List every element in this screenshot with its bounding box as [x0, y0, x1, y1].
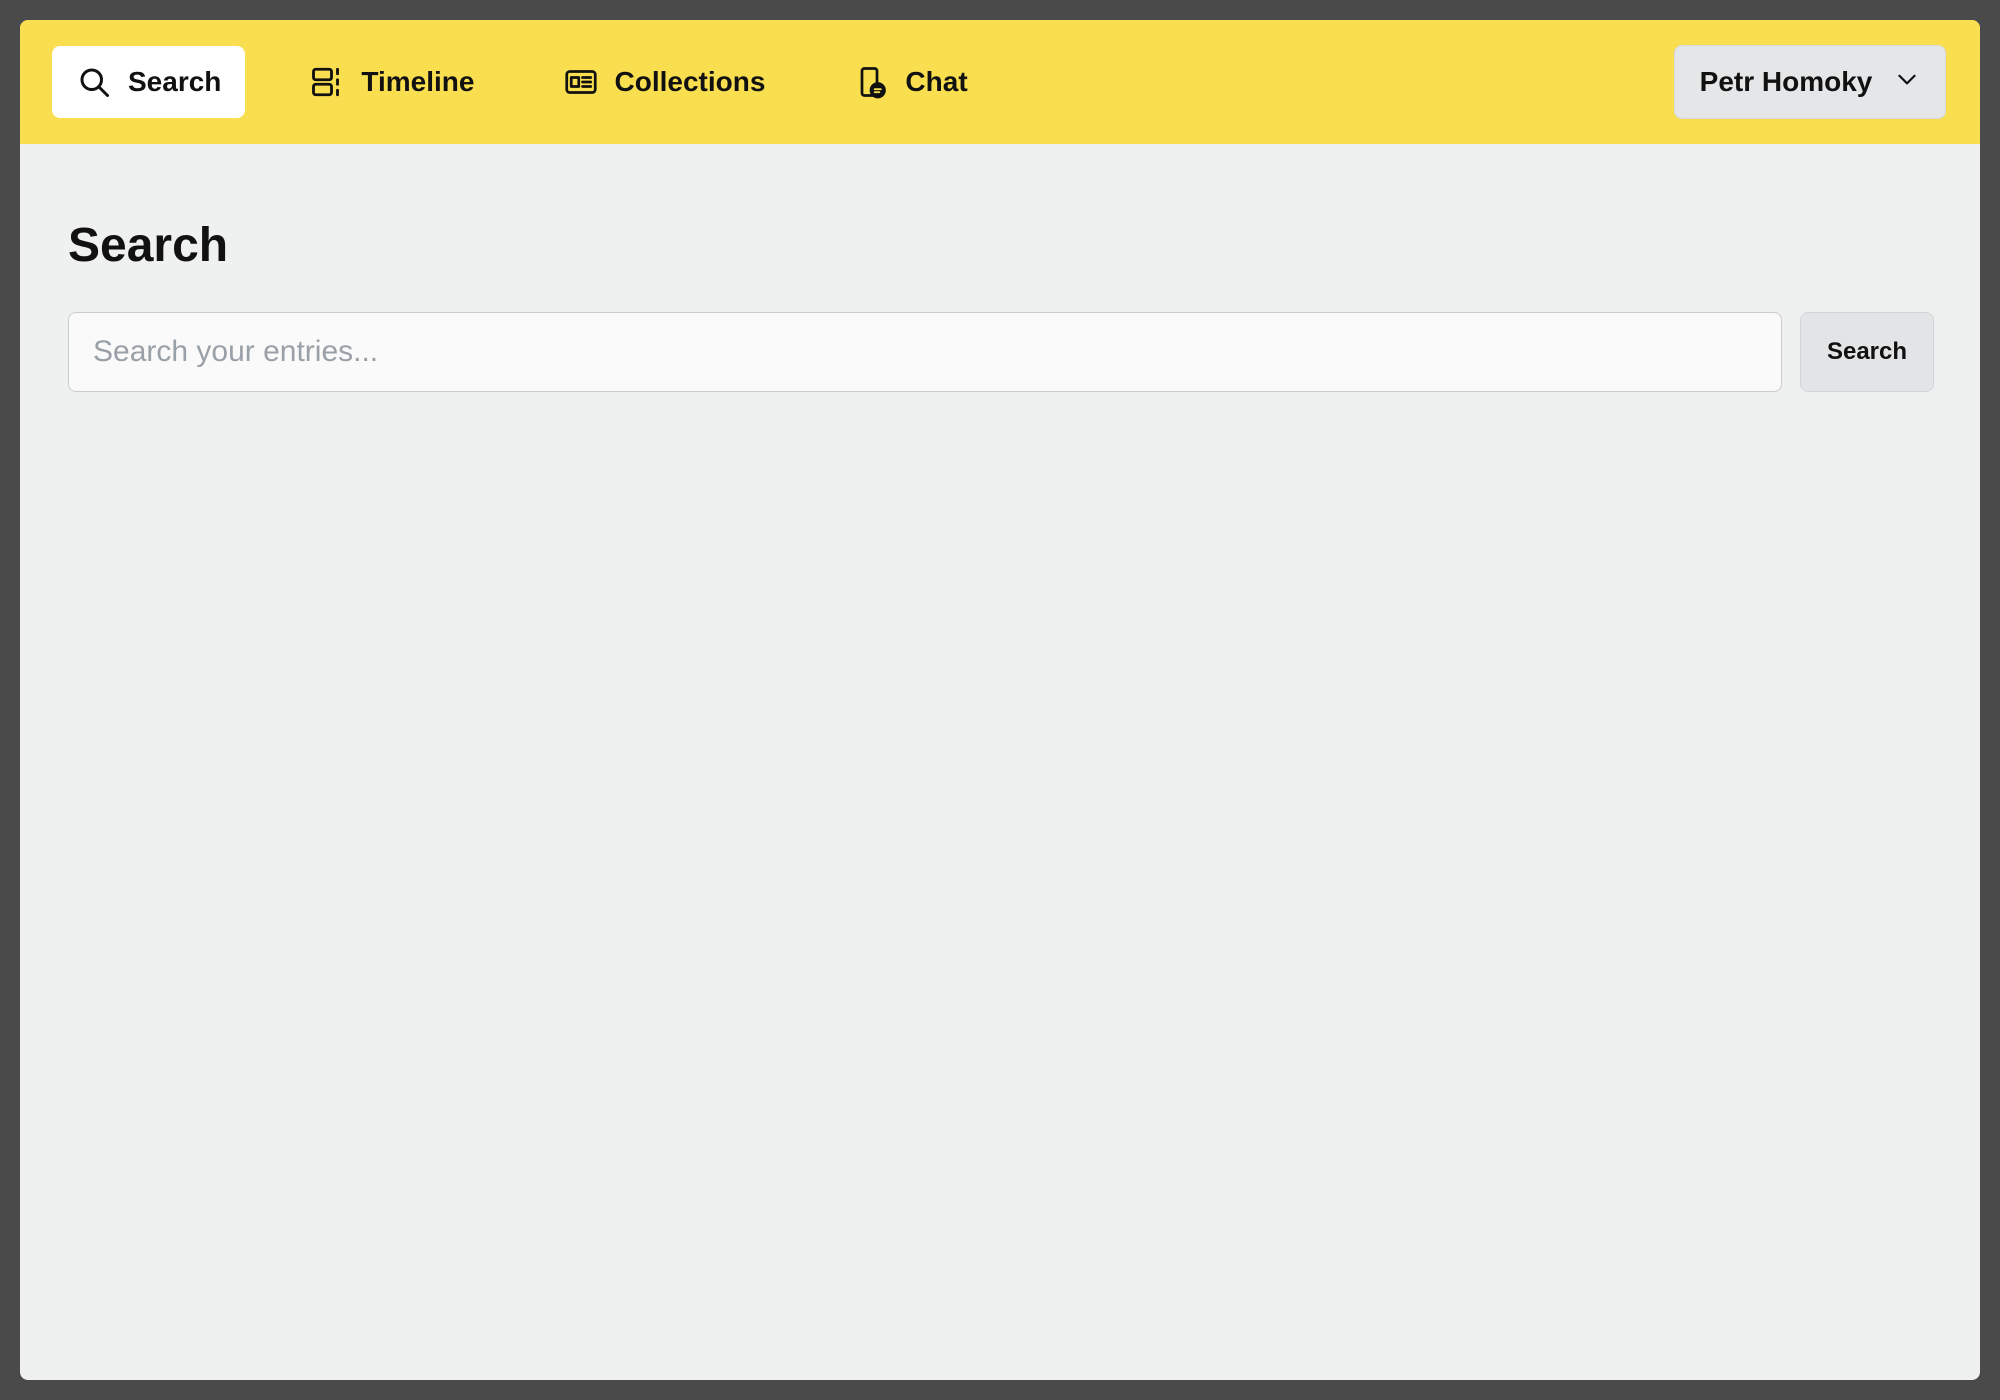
search-button[interactable]: Search — [1800, 312, 1934, 392]
user-name: Petr Homoky — [1699, 66, 1873, 97]
chevron-down-icon — [1894, 66, 1920, 99]
chat-icon — [853, 64, 889, 100]
user-menu-button[interactable]: Petr Homoky — [1674, 45, 1946, 119]
search-input[interactable] — [68, 312, 1782, 392]
nav-item-label: Collections — [614, 66, 766, 97]
collections-icon — [563, 64, 599, 100]
nav-item-chat[interactable]: Chat — [829, 46, 991, 118]
main-content: Search Search — [68, 219, 1934, 392]
top-navigation-bar: Search Timeline Collections Chat Petr Ho… — [20, 20, 1980, 144]
search-form: Search — [68, 312, 1934, 392]
timeline-icon — [309, 64, 345, 100]
search-icon — [76, 64, 112, 100]
app-window: Search Timeline Collections Chat Petr Ho… — [20, 20, 1980, 1380]
nav-item-timeline[interactable]: Timeline — [285, 46, 498, 118]
main-nav: Search Timeline Collections Chat — [52, 46, 992, 118]
nav-item-label: Timeline — [361, 66, 475, 97]
nav-item-collections[interactable]: Collections — [539, 46, 790, 118]
page-title: Search — [68, 219, 229, 272]
nav-item-search[interactable]: Search — [52, 46, 246, 118]
nav-item-label: Chat — [905, 66, 968, 97]
nav-item-label: Search — [128, 66, 222, 97]
